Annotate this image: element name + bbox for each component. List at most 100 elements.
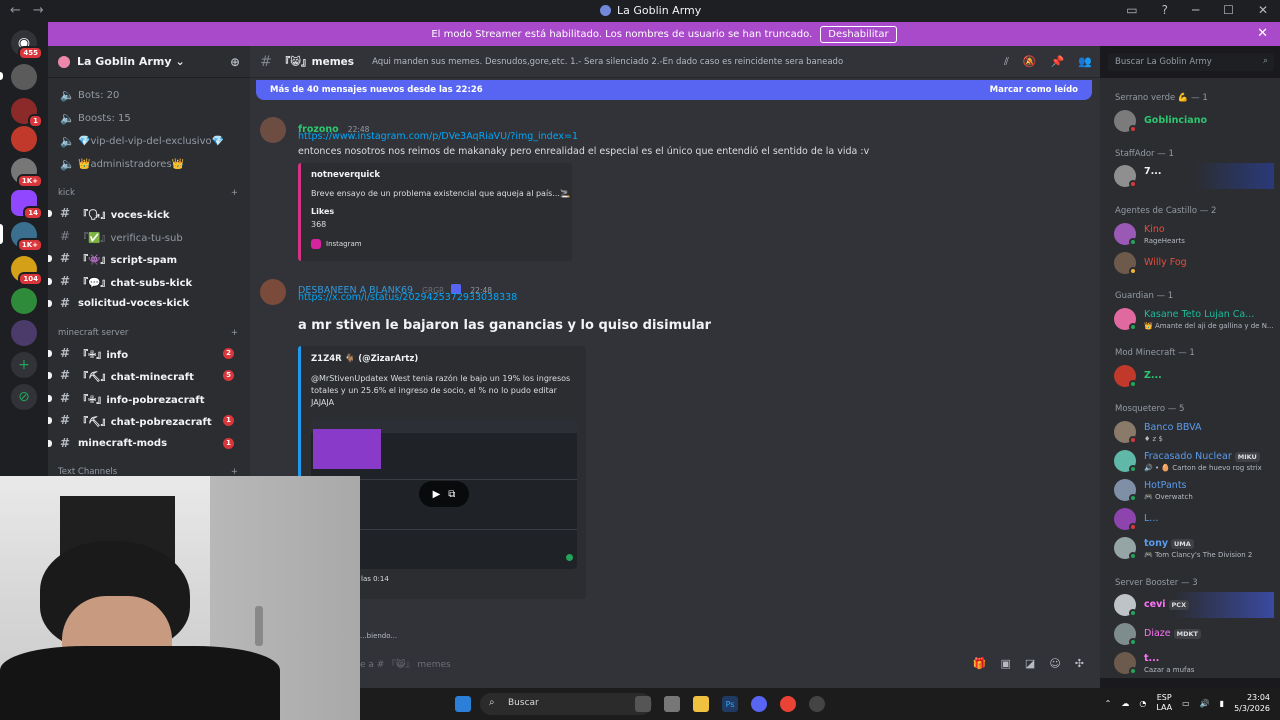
channel-info-pobrezacraft[interactable]: # 『✙』info-pobrezacraft — [48, 388, 242, 408]
channel-info[interactable]: # 『✙』info 2 — [48, 343, 242, 363]
member-item[interactable]: L... — [1114, 506, 1274, 532]
twitch-server-icon[interactable]: 14 — [11, 190, 43, 220]
discord-home-icon[interactable]: ◉ 455 — [11, 30, 43, 60]
tray-icon[interactable]: ☁ — [1121, 699, 1129, 708]
photoshop-icon[interactable]: Ps — [722, 696, 738, 712]
member-item[interactable]: cevi PCX — [1114, 592, 1274, 618]
mute-bell-icon[interactable]: 🔕 — [1023, 55, 1037, 69]
play-button[interactable]: ▶ ⧉ — [419, 481, 469, 507]
volume-icon[interactable]: 🔊 — [1200, 699, 1210, 708]
member-item[interactable]: Banco BBVA ♦ z $ — [1114, 419, 1274, 445]
close-icon[interactable]: ✕ — [1257, 26, 1268, 41]
server-icon[interactable] — [11, 320, 37, 346]
clock[interactable]: 23:04 5/3/2026 — [1234, 692, 1270, 714]
sidebar-item-admins[interactable]: 🔈 👑administradores👑 — [56, 154, 242, 174]
discover-icon[interactable]: ⊘ — [11, 384, 37, 410]
server-icon[interactable] — [11, 288, 37, 314]
avatar[interactable] — [260, 279, 286, 305]
member-item[interactable]: Diaze MDKT — [1114, 621, 1274, 647]
channel-topic[interactable]: Aqui manden sus memes. Desnudos,gore,etc… — [372, 57, 843, 67]
server-icon[interactable]: 1 — [11, 98, 43, 128]
avatar[interactable] — [260, 117, 286, 143]
disable-streamer-button[interactable]: Deshabilitar — [820, 25, 897, 43]
wifi-icon[interactable]: ◔ — [1139, 699, 1146, 708]
channel-solicitud-voces-kick[interactable]: # solicitud-voces-kick — [48, 293, 242, 313]
gift-icon[interactable]: 🎁 — [973, 657, 987, 670]
message-input[interactable]: e a # 『😸』 memes 🎁 ▣ ◪ ☺ ✣ — [360, 652, 1090, 674]
threads-icon[interactable]: ⫽ — [1004, 55, 1009, 69]
open-external-icon: ⧉ — [448, 488, 456, 500]
member-item[interactable]: HotPants 🎮 Overwatch — [1114, 477, 1274, 503]
person-shirt — [0, 646, 280, 720]
maximize-button[interactable]: ☐ — [1223, 3, 1234, 17]
battery-icon[interactable]: ▮ — [1220, 699, 1224, 708]
help-icon[interactable]: ? — [1162, 3, 1168, 17]
member-item[interactable]: Willy Fog — [1114, 250, 1274, 276]
member-item[interactable]: Kasane Teto Lujan Ca... 👑 Amante del aji … — [1114, 306, 1274, 332]
new-messages-bar[interactable]: Más de 40 mensajes nuevos desde las 22:2… — [256, 80, 1092, 100]
nav-arrows[interactable]: ← → — [10, 3, 56, 18]
role-header: Mosquetero — 5 — [1115, 404, 1185, 414]
embed-author[interactable]: Z1Z4R 🐐 (@ZizarArtz) — [311, 354, 418, 364]
guild-header[interactable]: La Goblin Army ⌄ ⊕ — [48, 46, 250, 78]
taskbar-search[interactable]: ⌕ Buscar — [480, 693, 652, 715]
member-item[interactable]: Z... — [1114, 363, 1274, 389]
server-icon[interactable] — [11, 126, 37, 152]
sidebar-item-boosts[interactable]: 🔈 Boosts: 15 — [56, 108, 242, 128]
category-kick[interactable]: kick + — [58, 188, 238, 198]
channel-chat-subs-kick[interactable]: # 『💬』chat-subs-kick — [48, 271, 242, 291]
gif-icon[interactable]: ▣ — [1001, 657, 1011, 670]
server-icon[interactable]: 104 — [11, 256, 43, 286]
category-minecraft-server[interactable]: minecraft server + — [58, 328, 238, 338]
sticker-icon[interactable]: ◪ — [1025, 657, 1035, 670]
apps-icon[interactable]: ✣ — [1075, 657, 1084, 670]
add-server-icon[interactable]: + — [11, 352, 37, 378]
server-icon-la-goblin-army[interactable]: 1K+ — [11, 222, 43, 252]
pin-icon[interactable]: 📌 — [1051, 55, 1065, 69]
add-channel-icon[interactable]: + — [231, 328, 238, 338]
forward-arrow-icon[interactable]: → — [33, 3, 44, 18]
member-item[interactable]: t... Cazar a mufas — [1114, 650, 1274, 676]
close-button[interactable]: ✕ — [1258, 3, 1268, 17]
sidebar-item-vip[interactable]: 🔈 💎vip-del-vip-del-exclusivo💎 — [56, 131, 242, 151]
channel-chat-pobrezacraft[interactable]: # 『⛏』chat-pobrezacraft 1 — [48, 410, 242, 430]
discord-icon[interactable] — [751, 696, 767, 712]
member-item[interactable]: tony UMA 🎮 Tom Clancy's The Division 2 — [1114, 535, 1274, 561]
channel-verifica-tu-sub[interactable]: # 『✅』verifica-tu-sub — [56, 226, 242, 246]
add-channel-icon[interactable]: + — [231, 188, 238, 198]
message-link[interactable]: https://www.instagram.com/p/DVe3AqRiaVU/… — [298, 131, 578, 142]
chrome-icon[interactable] — [780, 696, 796, 712]
member-list-icon[interactable]: 👥 — [1078, 55, 1092, 69]
sidebar-item-bots[interactable]: 🔈 Bots: 20 — [56, 85, 242, 105]
member-item[interactable]: Kino RageHearts — [1114, 221, 1274, 247]
embed-author[interactable]: notneverquick — [311, 170, 380, 180]
profile-banner — [1194, 163, 1274, 189]
task-view-icon[interactable] — [635, 696, 651, 712]
emoji-icon[interactable]: ☺ — [1049, 657, 1060, 670]
member-item[interactable]: 7... — [1114, 163, 1274, 189]
back-arrow-icon[interactable]: ← — [10, 3, 21, 18]
minimize-button[interactable]: ─ — [1192, 3, 1199, 17]
channel-minecraft-mods[interactable]: # minecraft-mods 1 — [48, 433, 242, 453]
member-search-input[interactable]: Buscar La Goblin Army ⌕ — [1108, 53, 1274, 71]
language-indicator[interactable]: ESP LAA — [1156, 693, 1172, 713]
chevron-up-icon[interactable]: ⌃ — [1105, 699, 1112, 708]
inbox-icon[interactable]: ▭ — [1126, 3, 1137, 17]
member-item[interactable]: Goblinciano — [1114, 108, 1274, 134]
unread-indicator — [48, 278, 52, 285]
channel-script-spam[interactable]: # 『👾』script-spam — [48, 248, 242, 268]
channel-chat-minecraft[interactable]: # 『⛏』chat-minecraft 5 — [48, 365, 242, 385]
app-icon[interactable] — [664, 696, 680, 712]
invite-people-icon[interactable]: ⊕ — [230, 55, 240, 69]
channel-voces-kick[interactable]: # 『🗣』voces-kick — [48, 203, 242, 223]
mark-as-read-button[interactable]: Marcar como leído — [990, 85, 1078, 95]
server-icon[interactable] — [11, 64, 37, 90]
app-icon[interactable] — [809, 696, 825, 712]
member-item[interactable]: Fracasado Nuclear MIKU 🔊 • 🥚 Carton de hue… — [1114, 448, 1274, 474]
server-icon[interactable]: 1K+ — [11, 158, 43, 188]
start-icon[interactable] — [455, 696, 471, 712]
file-explorer-icon[interactable] — [693, 696, 709, 712]
message-link[interactable]: https://x.com/i/status/20294253729330383… — [298, 292, 517, 303]
network-icon[interactable]: ▭ — [1182, 699, 1190, 708]
channel-name: 『😸』memes — [279, 56, 355, 68]
